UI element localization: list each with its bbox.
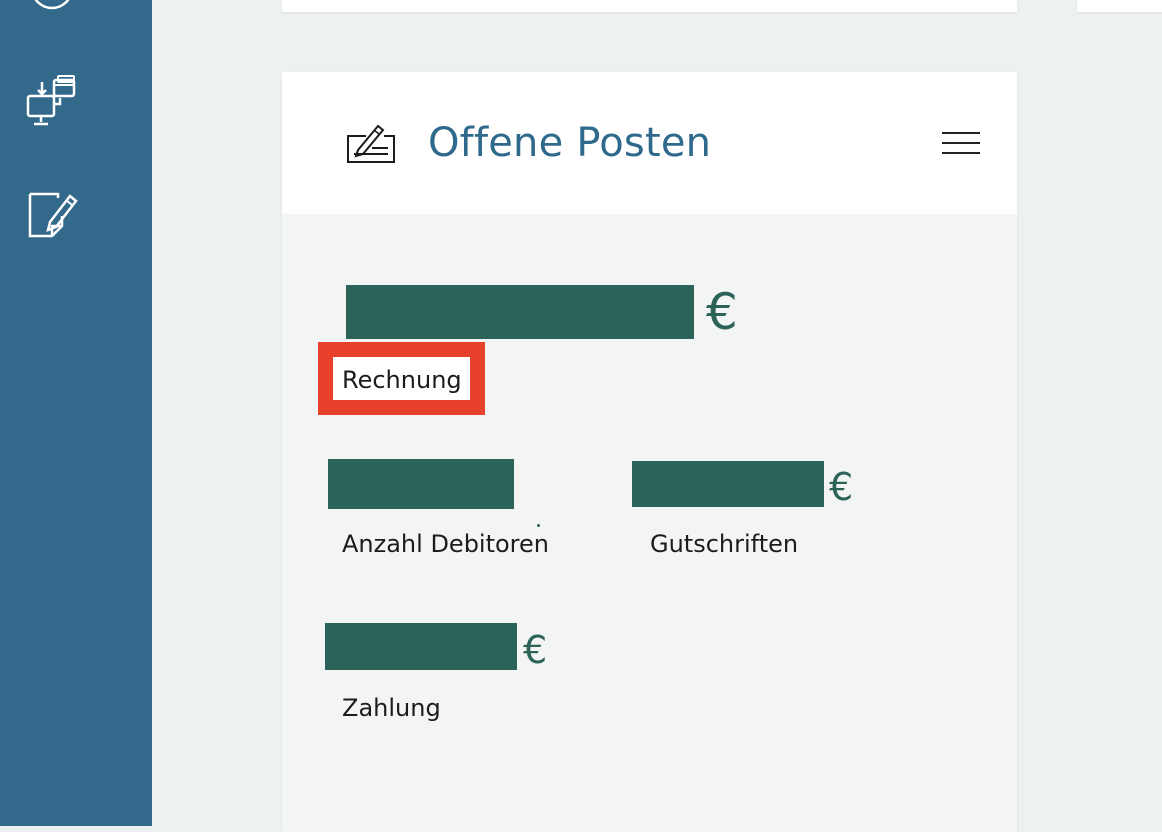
- rechnung-value-redacted: [346, 285, 694, 339]
- zahlung-currency: €: [523, 628, 548, 672]
- anzahl-debitoren-value-redacted: [328, 459, 514, 509]
- sidebar: [0, 0, 152, 826]
- rechnung-currency: €: [706, 283, 738, 341]
- document-edit-icon[interactable]: [20, 186, 84, 250]
- decimal-dot: [537, 524, 540, 527]
- gutschriften-value-redacted: [632, 461, 824, 507]
- gutschriften-currency: €: [829, 465, 854, 509]
- card-header: Offene Posten: [282, 72, 1017, 214]
- hamburger-menu-icon[interactable]: [938, 128, 984, 160]
- clock-icon[interactable]: [20, 0, 84, 28]
- cheque-sign-icon: [347, 124, 395, 163]
- rechnung-label: Rechnung: [342, 366, 462, 394]
- zahlung-value-redacted: [325, 623, 517, 670]
- card-title: Offene Posten: [428, 120, 712, 166]
- zahlung-label: Zahlung: [342, 694, 441, 722]
- gutschriften-label: Gutschriften: [650, 530, 799, 558]
- monitor-transfer-icon[interactable]: [20, 72, 84, 136]
- anzahl-debitoren-label: Anzahl Debitoren: [342, 530, 549, 558]
- previous-card: [282, 0, 1017, 12]
- adjacent-card: [1077, 0, 1162, 12]
